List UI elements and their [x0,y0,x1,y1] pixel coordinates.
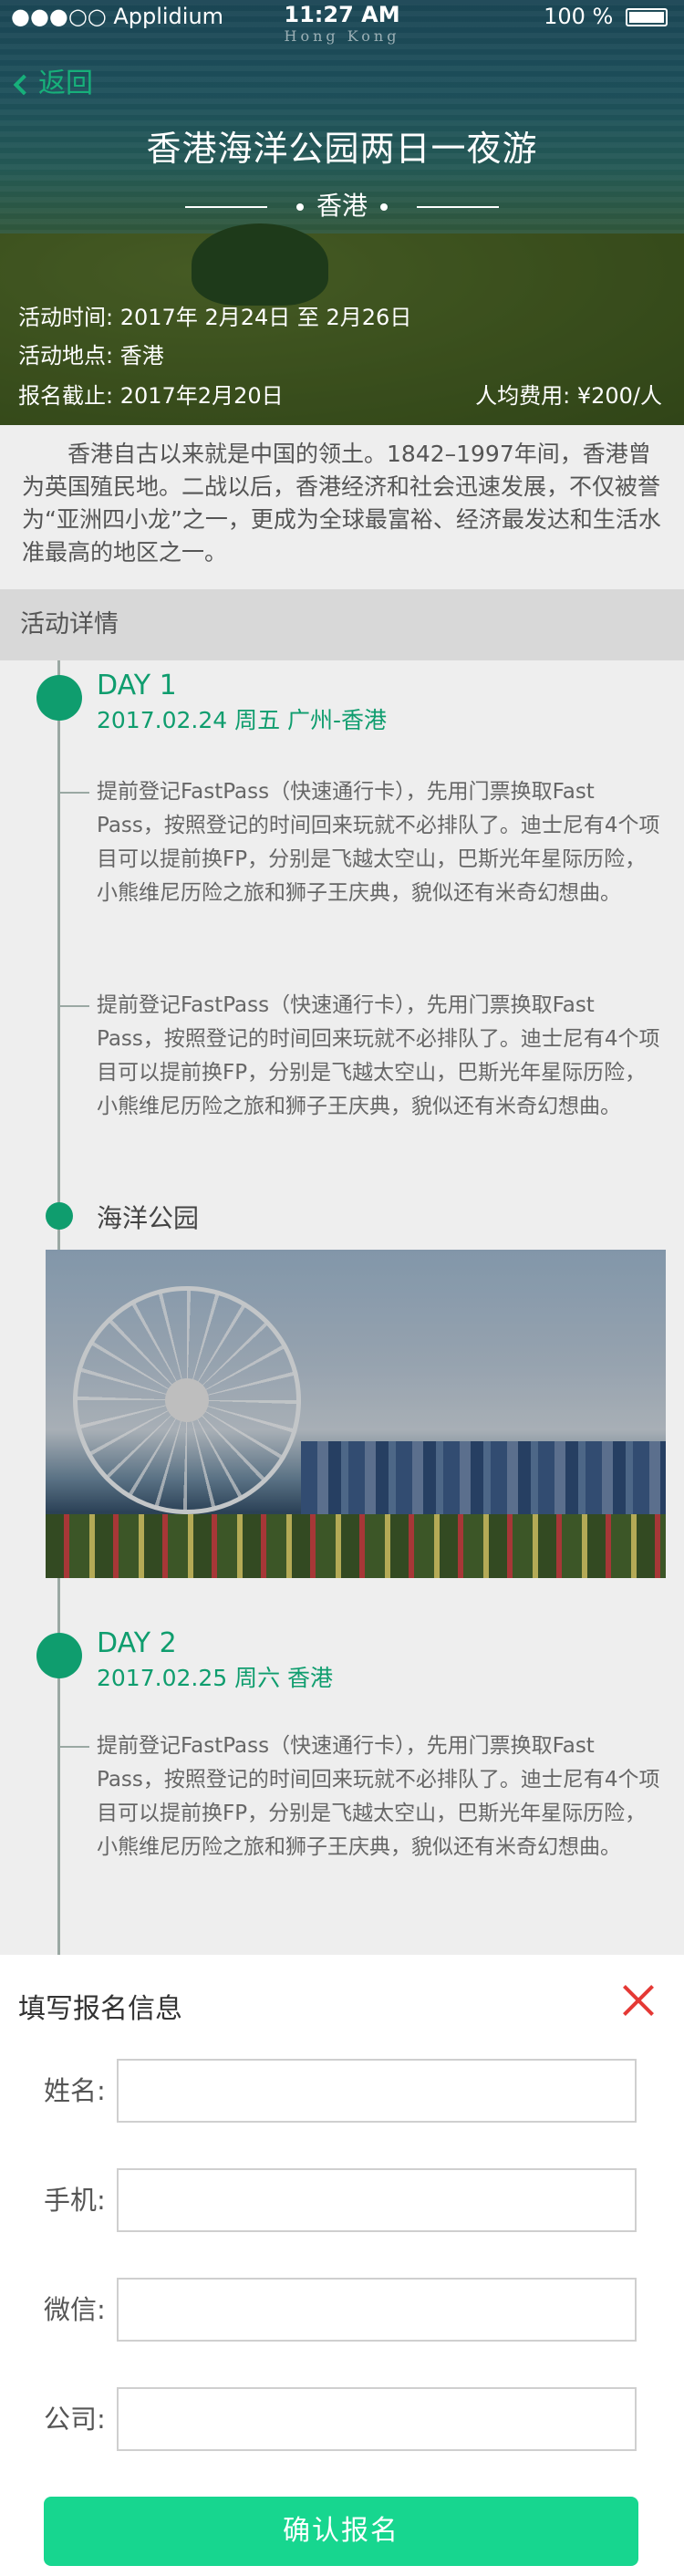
divider-right [417,206,499,208]
event-date-label: 活动时间: [18,305,114,330]
hero-subtitle-en: Hong Kong [284,27,400,45]
chevron-left-icon [13,74,35,95]
battery-percent: 100 % [544,4,614,29]
divider-left [184,206,267,208]
back-button[interactable]: 返回 [13,60,93,100]
itinerary-item: 提前登记FastPass（快速通行卡），先用门票换取Fast Pass，按照登记… [97,780,660,905]
day-subtitle: 2017.02.25 周六 香港 [97,1665,334,1691]
timeline-tick [58,1746,89,1748]
deadline-row: 报名截止: 2017年2月20日 人均费用: ¥200/人 [18,378,662,410]
timeline-tick [58,792,89,794]
wechat-label: 微信: [44,2294,106,2325]
phone-input[interactable] [117,2168,637,2232]
ocean-park-photo [46,1250,666,1578]
close-icon[interactable] [620,1982,657,2019]
wechat-input[interactable] [117,2278,637,2342]
hero-banner: ●●●○○ Applidium 11:27 AM 100 % Hong Kong… [0,0,684,425]
stop-name: 海洋公园 [97,1203,200,1233]
company-input[interactable] [117,2387,637,2451]
back-label: 返回 [38,68,93,99]
event-date-row: 活动时间: 2017年 2月24日 至 2月26日 [18,299,662,331]
itinerary-item: 提前登记FastPass（快速通行卡），先用门票换取Fast Pass，按照登记… [97,993,660,1118]
location-line: 香港 [0,186,684,223]
timeline-tick [58,1005,89,1007]
day-title: DAY 2 [97,1627,177,1659]
sheet-title: 填写报名信息 [18,1993,182,2025]
location-label: 香港 [316,191,368,221]
event-place-value: 香港 [119,343,164,369]
day-marker [36,1633,82,1678]
page-title: 香港海洋公园两日一夜游 [146,129,538,169]
company-label: 公司: [44,2404,106,2435]
name-label: 姓名: [44,2075,106,2106]
event-date-value: 2017年 2月24日 至 2月26日 [119,305,412,330]
deadline-label: 报名截止: [18,383,114,409]
dot-left [295,203,304,211]
phone-label: 手机: [44,2185,106,2216]
itinerary-item: 提前登记FastPass（快速通行卡），先用门票换取Fast Pass，按照登记… [97,1734,660,1859]
stop-marker [46,1202,73,1230]
event-place-label: 活动地点: [18,343,114,369]
dot-right [380,203,388,211]
battery-indicator: 100 % [544,4,668,29]
intro-text: 香港自古以来就是中国的领土。1842–1997年间，香港曾为英国殖民地。二战以后… [0,425,684,589]
registration-sheet: 填写报名信息 姓名: 手机: 微信: 公司: 确认报名 [0,1955,684,2576]
deadline-value: 2017年2月20日 [119,383,284,409]
fee-label: 人均费用: ¥200/人 [475,383,662,409]
day-marker [36,675,82,721]
submit-button[interactable]: 确认报名 [44,2497,638,2566]
day-title: DAY 1 [97,670,177,701]
event-place-row: 活动地点: 香港 [18,338,662,369]
day-subtitle: 2017.02.24 周五 广州-香港 [97,707,388,733]
battery-icon [626,8,668,26]
name-input[interactable] [117,2059,637,2123]
photo-shade [46,1250,666,1578]
section-title: 活动详情 [0,589,684,660]
